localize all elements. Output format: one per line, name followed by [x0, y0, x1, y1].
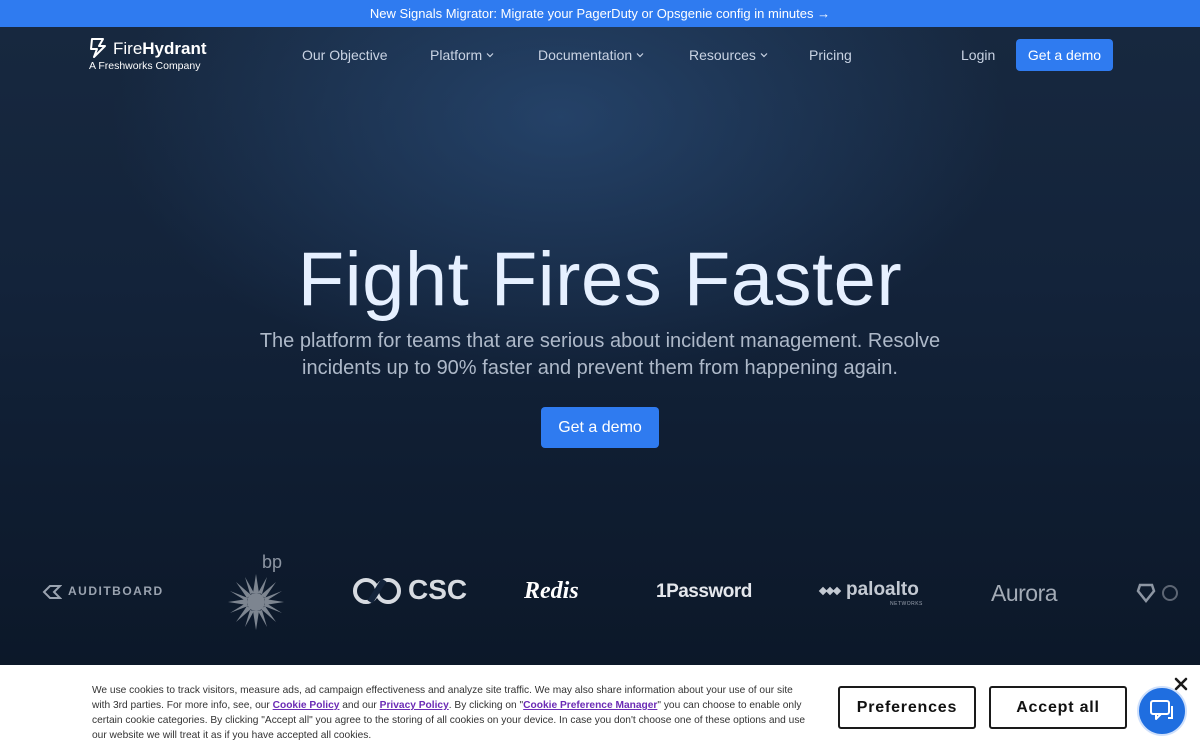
client-logo-aurora: Aurora [991, 580, 1058, 606]
nav-label: Resources [689, 47, 756, 63]
bp-helios-icon [228, 574, 284, 630]
client-logo-partial [1136, 583, 1178, 604]
cookie-banner: We use cookies to track visitors, measur… [0, 665, 1200, 750]
cookie-text: We use cookies to track visitors, measur… [92, 685, 806, 741]
paloalto-mark-icon [818, 586, 842, 596]
brand-logo[interactable]: FireHydrant A Freshworks Company [88, 38, 218, 74]
firehydrant-logo-icon [90, 38, 106, 58]
preferences-button[interactable]: Preferences [838, 686, 976, 729]
client-logo-strip: AUDITBOARD bp CSC Redis 1Password paloal… [0, 548, 1200, 638]
client-name: bp [262, 552, 283, 572]
client-subname: NETWORKS [890, 601, 923, 607]
client-logo-redis: Redis [524, 578, 579, 604]
cookie-preference-manager-link[interactable]: Cookie Preference Manager [523, 700, 657, 711]
announcement-bar[interactable]: New Signals Migrator: Migrate your Pager… [0, 0, 1200, 27]
chevron-down-icon [760, 53, 768, 58]
nav-get-demo-button[interactable]: Get a demo [1016, 39, 1113, 71]
client-name: paloalto [846, 579, 919, 600]
top-nav: FireHydrant A Freshworks Company Our Obj… [0, 27, 1200, 83]
nav-our-objective[interactable]: Our Objective [302, 47, 388, 63]
nav-label: Platform [430, 47, 483, 63]
client-name: CSC [408, 574, 468, 605]
nav-documentation[interactable]: Documentation [538, 47, 644, 63]
accept-all-button[interactable]: Accept all [989, 686, 1127, 729]
nav-label: Our Objective [302, 47, 388, 63]
nav-platform[interactable]: Platform [430, 47, 494, 63]
login-link[interactable]: Login [961, 47, 995, 63]
brand-subtitle: A Freshworks Company [89, 60, 201, 72]
hero-title: Fight Fires Faster [297, 237, 903, 322]
hero-subtitle: The platform for teams that are serious … [259, 330, 941, 379]
nav-label: Documentation [538, 47, 633, 63]
chevron-down-icon [636, 53, 644, 58]
privacy-policy-link[interactable]: Privacy Policy [380, 700, 449, 711]
login-label: Login [961, 47, 996, 63]
chevron-down-icon [486, 53, 494, 58]
brand-name: FireHydrant [113, 39, 207, 58]
auditboard-mark-icon [42, 585, 62, 599]
chat-widget-button[interactable] [1137, 686, 1187, 736]
announcement-text[interactable]: New Signals Migrator: Migrate your Pager… [370, 6, 830, 21]
csc-mark-icon [353, 578, 401, 604]
hero-get-demo-button[interactable]: Get a demo [541, 407, 659, 448]
nav-label: Pricing [809, 47, 852, 63]
client-logo-1password: 1Password [656, 581, 752, 602]
chat-bubble-icon [1150, 700, 1173, 720]
cookie-policy-link[interactable]: Cookie Policy [273, 700, 340, 711]
client-logo-bp: bp [226, 552, 286, 632]
client-name: AUDITBOARD [68, 584, 164, 598]
nav-pricing[interactable]: Pricing [809, 47, 852, 63]
nav-resources[interactable]: Resources [689, 47, 768, 63]
